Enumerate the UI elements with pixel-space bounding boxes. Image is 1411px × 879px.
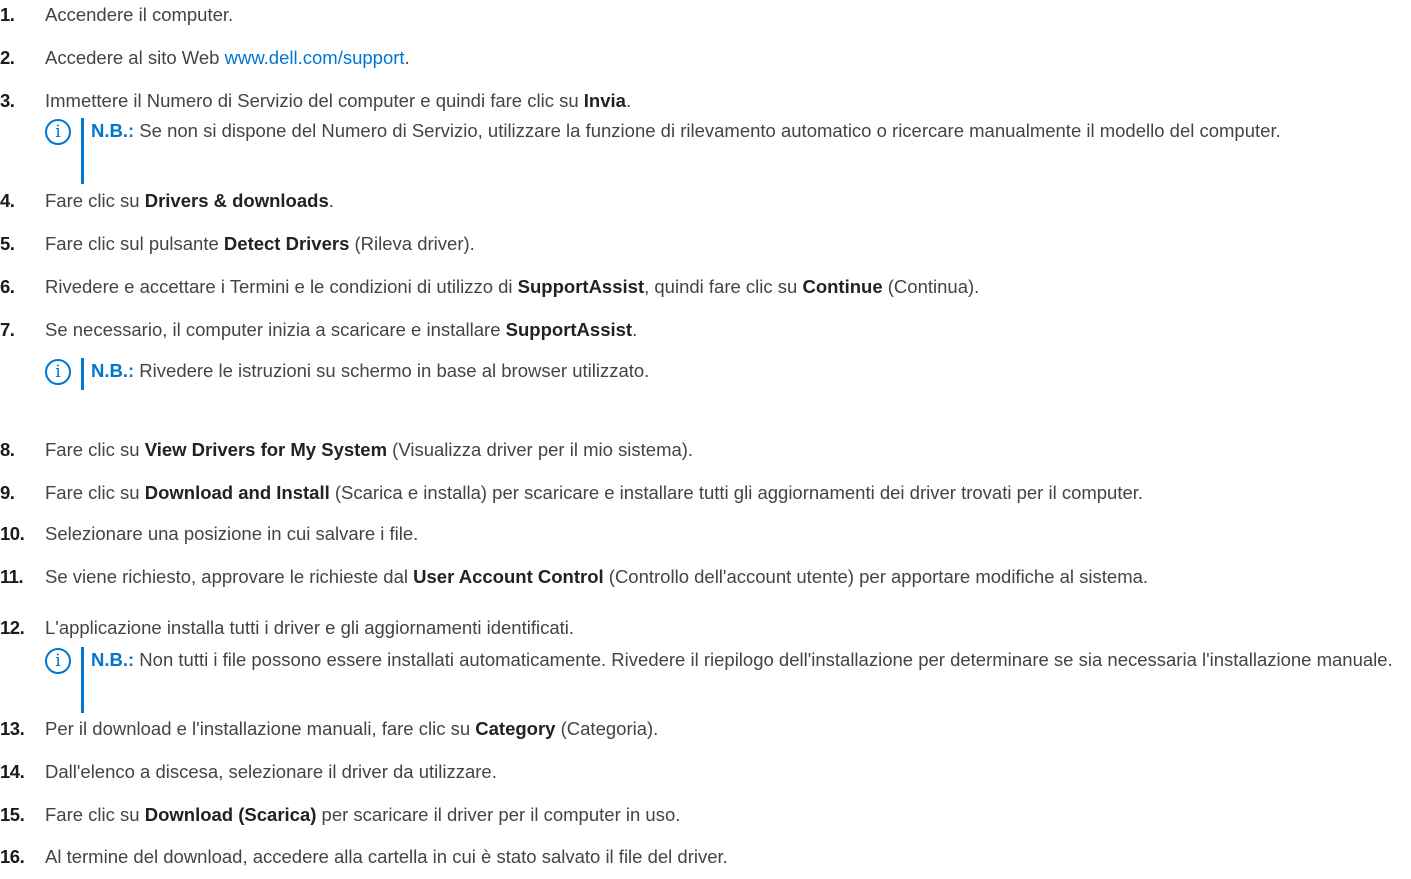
step-text: Al termine del download, accedere alla c… xyxy=(45,846,728,867)
step-text: L'applicazione installa tutti i driver e… xyxy=(45,617,575,638)
step-number: 4. xyxy=(0,190,15,211)
step-number: 10. xyxy=(0,523,25,544)
step-text: Selezionare una posizione in cui salvare… xyxy=(45,523,419,544)
step-text: Se viene richiesto, approvare le richies… xyxy=(45,566,1149,587)
step-number: 9. xyxy=(0,482,15,503)
step-number: 11. xyxy=(0,566,24,587)
note-text: N.B.: Non tutti i file possono essere in… xyxy=(91,649,1393,670)
step-number: 14. xyxy=(0,761,25,782)
step-text: Fare clic su View Drivers for My System … xyxy=(45,439,694,460)
note-bar xyxy=(81,647,84,713)
step-text: Fare clic su Drivers & downloads. xyxy=(45,190,334,211)
step-number: 12. xyxy=(0,617,25,638)
step-number: 1. xyxy=(0,4,15,25)
step-number: 13. xyxy=(0,718,25,739)
step-number: 8. xyxy=(0,439,15,460)
note-callout: i N.B.: Rivedere le istruzioni su scherm… xyxy=(45,356,1405,392)
step-number: 6. xyxy=(0,276,15,297)
step-text: Per il download e l'installazione manual… xyxy=(45,718,659,739)
step-number: 5. xyxy=(0,233,15,254)
note-callout: i N.B.: Non tutti i file possono essere … xyxy=(45,645,1405,715)
note-text: N.B.: Rivedere le istruzioni su schermo … xyxy=(91,360,650,381)
step-text: Fare clic sul pulsante Detect Drivers (R… xyxy=(45,233,475,254)
step-text: Dall'elenco a discesa, selezionare il dr… xyxy=(45,761,497,782)
info-icon: i xyxy=(45,648,71,674)
note-bar xyxy=(81,118,84,184)
step-number: 16. xyxy=(0,846,25,867)
document-page: 1. Accendere il computer. 2. Accedere al… xyxy=(0,0,1411,879)
note-callout: i N.B.: Se non si dispone del Numero di … xyxy=(45,116,1405,186)
step-text: Accedere al sito Web www.dell.com/suppor… xyxy=(45,47,410,68)
step-text: Immettere il Numero di Servizio del comp… xyxy=(45,90,632,111)
step-text: Fare clic su Download (Scarica) per scar… xyxy=(45,804,681,825)
support-link[interactable]: www.dell.com/support xyxy=(225,47,405,68)
step-text: Se necessario, il computer inizia a scar… xyxy=(45,319,638,340)
step-number: 7. xyxy=(0,319,15,340)
info-icon: i xyxy=(45,119,71,145)
step-number: 3. xyxy=(0,90,15,111)
step-number: 2. xyxy=(0,47,15,68)
info-icon: i xyxy=(45,359,71,385)
note-text: N.B.: Se non si dispone del Numero di Se… xyxy=(91,120,1281,141)
step-text: Rivedere e accettare i Termini e le cond… xyxy=(45,276,980,297)
note-bar xyxy=(81,358,84,390)
step-number: 15. xyxy=(0,804,25,825)
step-text: Accendere il computer. xyxy=(45,4,234,25)
step-text: Fare clic su Download and Install (Scari… xyxy=(45,482,1144,503)
